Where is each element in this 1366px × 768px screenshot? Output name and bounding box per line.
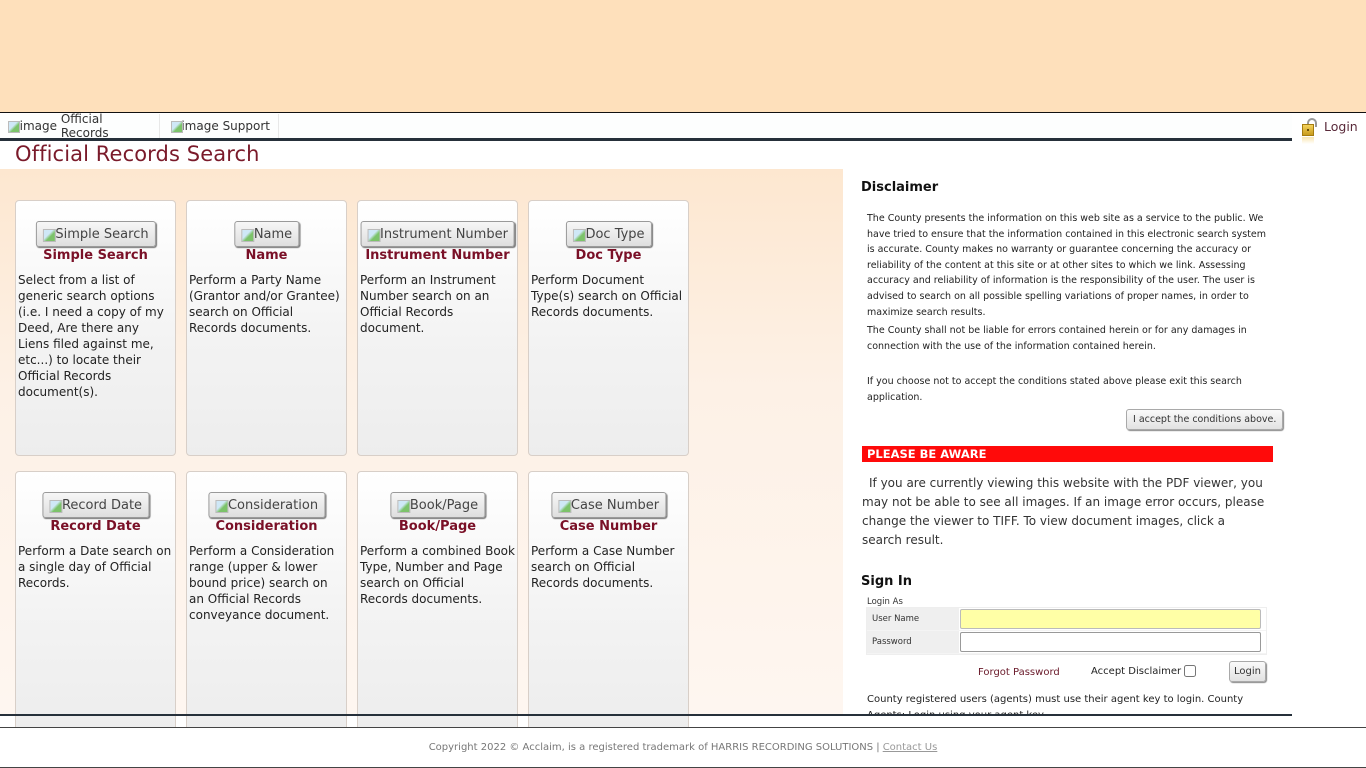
accept-disclaimer-field: Accept Disclaimer bbox=[1091, 665, 1197, 677]
nav-item-label: Support bbox=[222, 119, 270, 133]
username-label: User Name bbox=[867, 608, 959, 630]
password-row: Password bbox=[867, 631, 1266, 654]
search-card-instrument-number: Instrument Number Instrument Number Perf… bbox=[357, 200, 518, 456]
forgot-password-link[interactable]: Forgot Password bbox=[978, 667, 1060, 678]
nav-item-official-records[interactable]: image Official Records bbox=[0, 112, 160, 140]
password-input[interactable] bbox=[960, 632, 1261, 652]
broken-image-icon bbox=[42, 228, 56, 242]
broken-image-icon bbox=[171, 120, 184, 133]
search-options-panel: Simple Search Simple Search Select from … bbox=[0, 169, 843, 731]
card-title[interactable]: Book/Page bbox=[358, 519, 517, 534]
button-alt-text: Case Number bbox=[570, 497, 660, 513]
header-login-link[interactable]: Login bbox=[1300, 117, 1358, 145]
top-banner bbox=[0, 0, 1366, 113]
unlock-icon bbox=[1300, 117, 1318, 145]
card-title[interactable]: Case Number bbox=[529, 519, 688, 534]
nav-item-label: Official Records bbox=[60, 112, 109, 140]
username-row: User Name bbox=[867, 608, 1266, 631]
consideration-search-button[interactable]: Consideration bbox=[207, 492, 326, 518]
copyright-text: Copyright 2022 © Acclaim, is a registere… bbox=[428, 742, 880, 753]
broken-image-icon bbox=[367, 228, 381, 242]
card-description: Perform an Instrument Number search on a… bbox=[360, 273, 496, 335]
book-page-search-button[interactable]: Book/Page bbox=[389, 492, 486, 518]
card-title[interactable]: Instrument Number bbox=[358, 248, 517, 263]
disclaimer-paragraph: If you choose not to accept the conditio… bbox=[867, 376, 1242, 403]
name-search-button[interactable]: Name bbox=[233, 221, 300, 247]
button-alt-text: Name bbox=[253, 226, 293, 242]
button-alt-text: Consideration bbox=[227, 497, 319, 513]
accept-disclaimer-checkbox[interactable] bbox=[1184, 665, 1197, 677]
content-divider bbox=[0, 714, 1292, 716]
doc-type-search-button[interactable]: Doc Type bbox=[565, 221, 652, 247]
card-description: Perform Document Type(s) search on Offic… bbox=[531, 273, 683, 319]
disclaimer-signin-panel: Disclaimer The County presents the infor… bbox=[843, 169, 1292, 715]
login-form: User Name Password bbox=[866, 607, 1267, 655]
nav-item-alt: image bbox=[19, 119, 58, 133]
footer: Copyright 2022 © Acclaim, is a registere… bbox=[0, 727, 1366, 768]
card-title[interactable]: Doc Type bbox=[529, 248, 688, 263]
contact-us-link[interactable]: Contact Us bbox=[883, 742, 938, 753]
card-title[interactable]: Name bbox=[187, 248, 346, 263]
record-date-search-button[interactable]: Record Date bbox=[41, 492, 150, 518]
accept-disclaimer-label: Accept Disclaimer bbox=[1091, 665, 1182, 677]
button-alt-text: Doc Type bbox=[585, 226, 645, 242]
button-alt-text: Record Date bbox=[61, 497, 143, 513]
sign-in-heading: Sign In bbox=[861, 574, 912, 589]
broken-image-icon bbox=[8, 120, 20, 133]
accept-conditions-button[interactable]: I accept the conditions above. bbox=[1126, 409, 1284, 430]
button-alt-text: Simple Search bbox=[55, 226, 149, 242]
broken-image-icon bbox=[48, 499, 62, 513]
pdf-viewer-notice: If you are currently viewing this websit… bbox=[862, 476, 1265, 547]
card-title[interactable]: Record Date bbox=[16, 519, 175, 534]
search-card-name: Name Name Perform a Party Name (Grantor … bbox=[186, 200, 347, 456]
please-be-aware-banner: PLEASE BE AWARE bbox=[862, 446, 1273, 462]
instrument-number-search-button[interactable]: Instrument Number bbox=[360, 221, 515, 247]
nav-item-support[interactable]: image Support bbox=[163, 114, 279, 138]
page-title: Official Records Search bbox=[15, 142, 260, 166]
button-alt-text: Instrument Number bbox=[380, 226, 508, 242]
search-card-case-number: Case Number Case Number Perform a Case N… bbox=[528, 471, 689, 731]
search-card-doc-type: Doc Type Doc Type Perform Document Type(… bbox=[528, 200, 689, 456]
nav-item-alt: image bbox=[181, 119, 219, 133]
card-description: Perform a Date search on a single day of… bbox=[18, 544, 172, 590]
search-card-consideration: Consideration Consideration Perform a Co… bbox=[186, 471, 347, 731]
search-card-record-date: Record Date Record Date Perform a Date s… bbox=[15, 471, 176, 731]
search-card-book-page: Book/Page Book/Page Perform a combined B… bbox=[357, 471, 518, 731]
agent-login-note: County registered users (agents) must us… bbox=[867, 694, 1244, 715]
card-title[interactable]: Simple Search bbox=[16, 248, 175, 263]
card-description: Perform a combined Book Type, Number and… bbox=[360, 544, 515, 606]
card-description: Select from a list of generic search opt… bbox=[18, 273, 164, 399]
nav-bar: image Official Records image Support bbox=[0, 112, 1292, 141]
header-login-label: Login bbox=[1324, 119, 1358, 134]
broken-image-icon bbox=[240, 228, 254, 242]
simple-search-button[interactable]: Simple Search bbox=[35, 221, 156, 247]
disclaimer-heading: Disclaimer bbox=[861, 180, 939, 195]
login-button[interactable]: Login bbox=[1229, 661, 1266, 682]
card-description: Perform a Case Number search on Official… bbox=[531, 544, 675, 590]
disclaimer-paragraph: The County presents the information on t… bbox=[867, 213, 1267, 318]
case-number-search-button[interactable]: Case Number bbox=[550, 492, 667, 518]
broken-image-icon bbox=[572, 228, 586, 242]
broken-image-icon bbox=[396, 499, 410, 513]
broken-image-icon bbox=[214, 499, 228, 513]
username-input[interactable] bbox=[960, 609, 1261, 629]
password-label: Password bbox=[867, 631, 959, 653]
search-card-simple-search: Simple Search Simple Search Select from … bbox=[15, 200, 176, 456]
login-as-label: Login As bbox=[867, 597, 903, 607]
broken-image-icon bbox=[557, 499, 571, 513]
button-alt-text: Book/Page bbox=[409, 497, 479, 513]
card-description: Perform a Party Name (Grantor and/or Gra… bbox=[189, 273, 340, 335]
card-title[interactable]: Consideration bbox=[187, 519, 346, 534]
disclaimer-paragraph: The County shall not be liable for error… bbox=[867, 325, 1247, 352]
card-description: Perform a Consideration range (upper & l… bbox=[189, 544, 335, 622]
